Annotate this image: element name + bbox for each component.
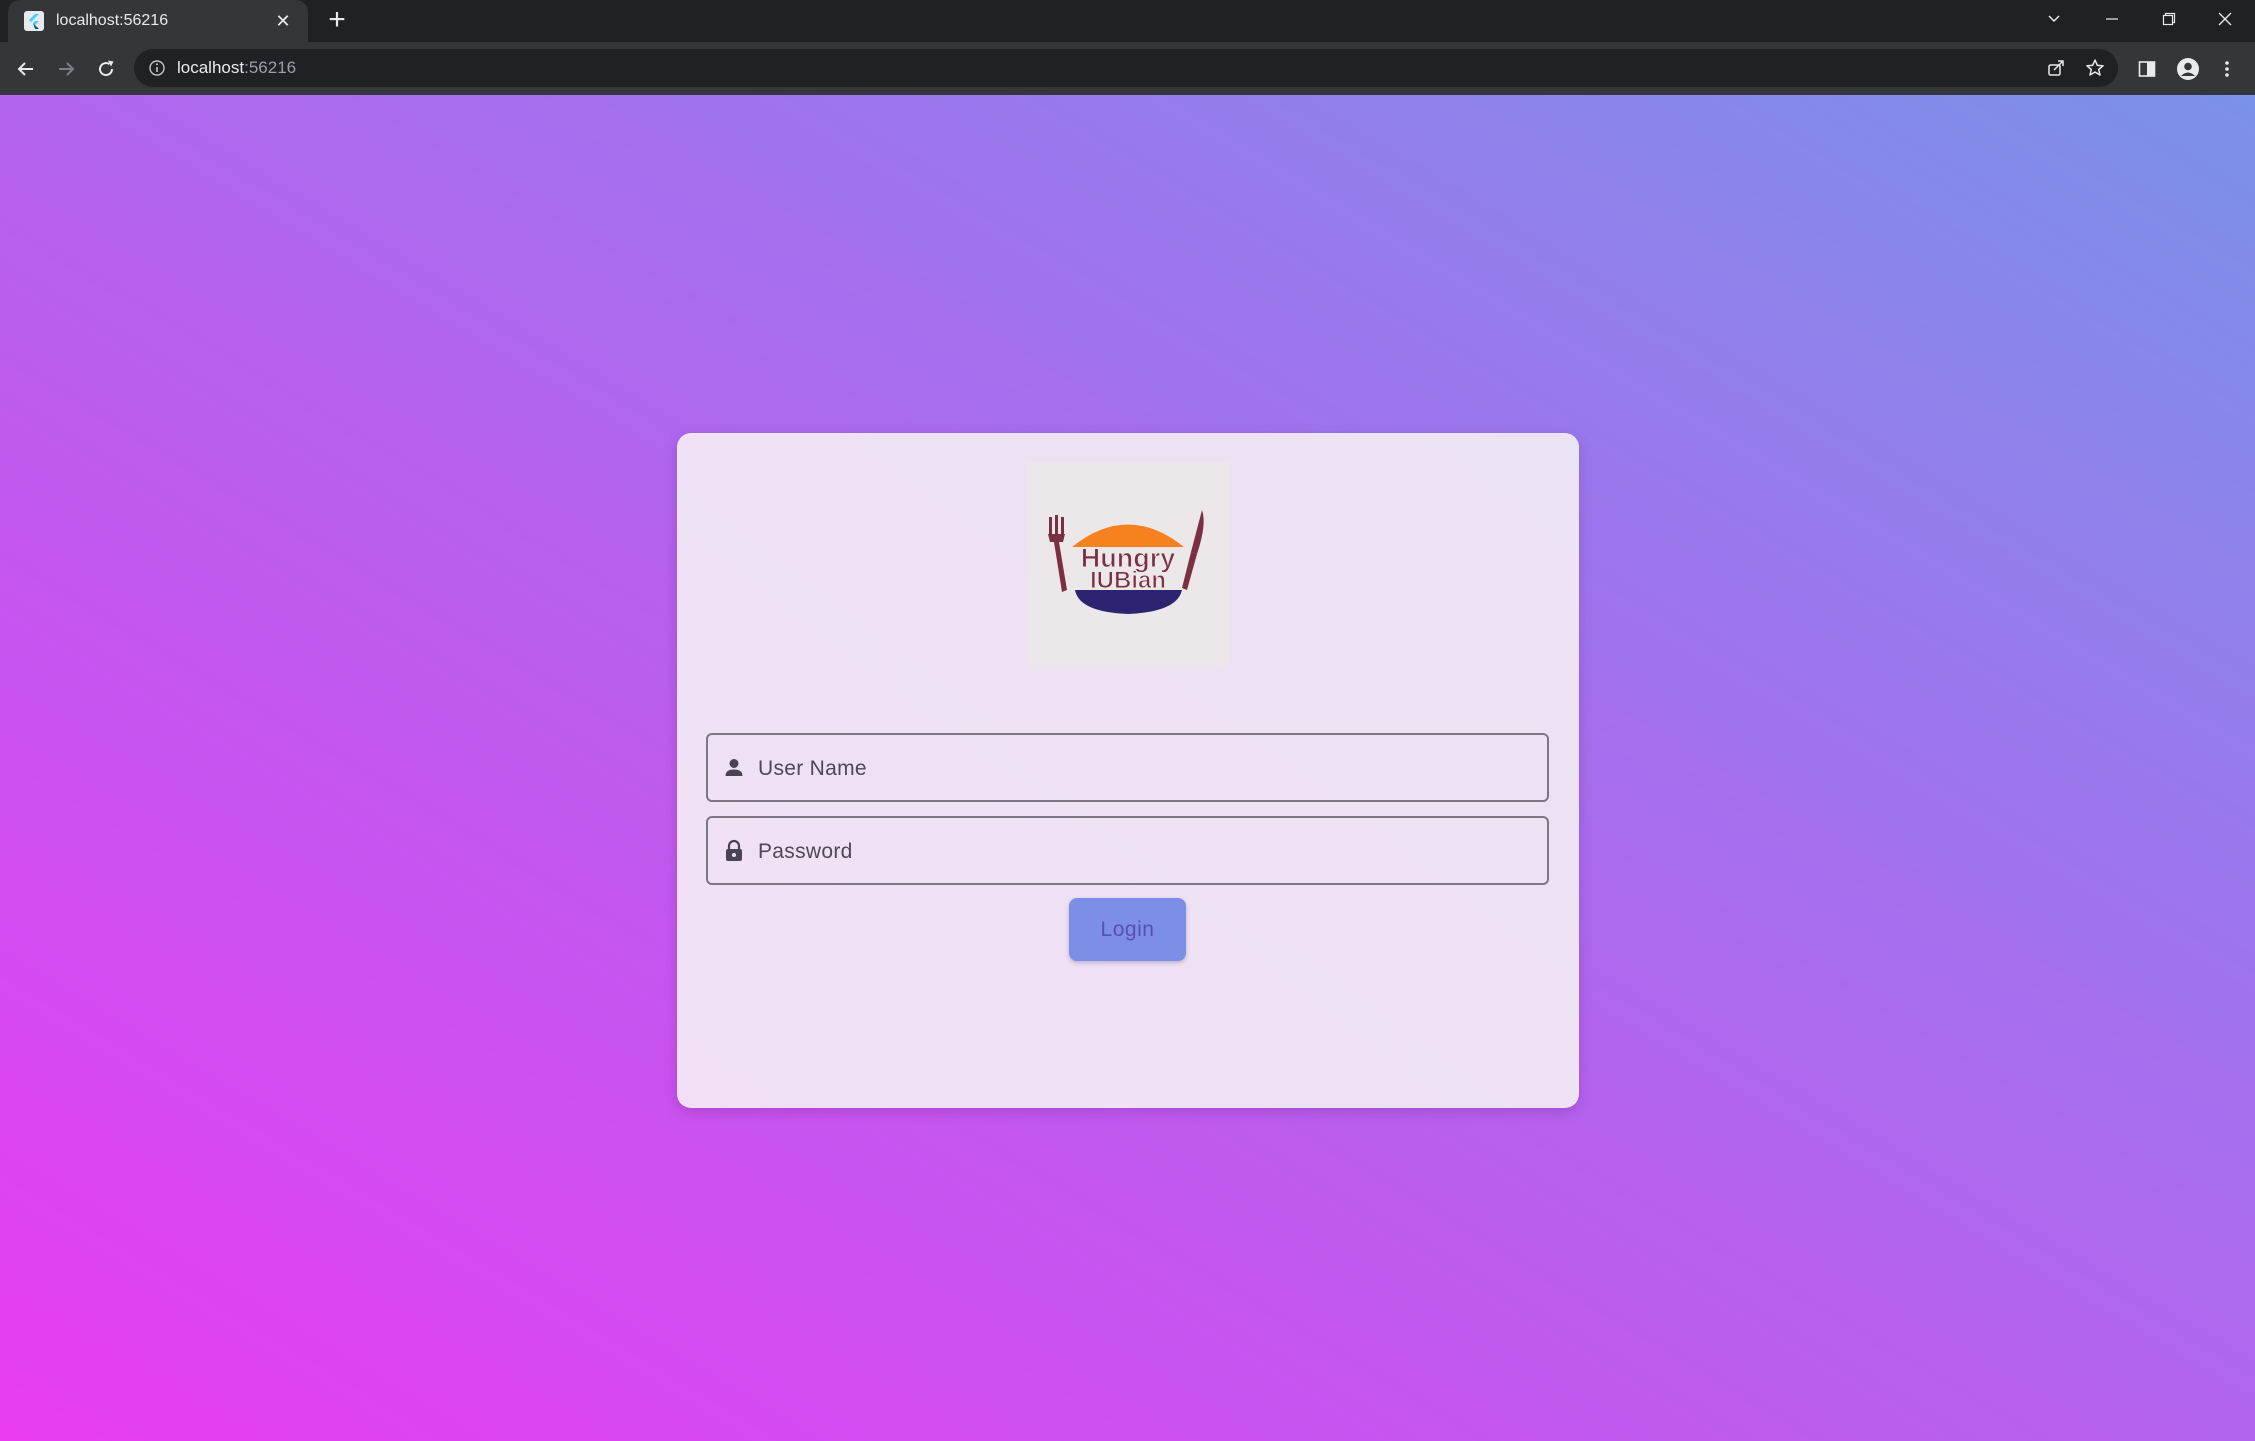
side-panel-icon[interactable] [2135,57,2159,81]
profile-avatar-icon[interactable] [2176,57,2200,81]
login-card: Hungry IUBian Login [677,433,1579,1108]
hungry-iubian-logo: Hungry IUBian [1027,462,1230,665]
reload-icon[interactable] [89,52,123,86]
close-window-icon[interactable] [2196,0,2254,38]
lock-icon [726,839,742,861]
browser-toolbar: localhost:56216 [0,42,2255,95]
restore-icon[interactable] [2140,0,2198,38]
address-bar[interactable]: localhost:56216 [134,49,2118,87]
username-input[interactable] [756,735,1540,802]
flutter-favicon-icon [24,11,44,31]
tab-search-chevron-icon[interactable] [2025,0,2083,38]
browser-tab[interactable]: localhost:56216 ✕ [8,0,308,42]
password-field[interactable] [706,816,1549,885]
logo-line2-text: IUBian [1090,567,1166,594]
new-tab-icon[interactable]: + [322,5,352,36]
site-info-icon[interactable] [148,59,166,77]
minimize-icon[interactable] [2083,0,2141,38]
tab-title: localhost:56216 [56,12,169,29]
page-viewport: Hungry IUBian Login [0,95,2255,1441]
login-button[interactable]: Login [1069,898,1186,961]
back-arrow-icon[interactable] [9,52,43,86]
username-field[interactable] [706,733,1549,802]
browser-tabstrip: localhost:56216 ✕ + [0,0,2255,42]
tab-close-icon[interactable]: ✕ [272,10,294,32]
password-input[interactable] [756,818,1540,885]
forward-arrow-icon[interactable] [49,52,83,86]
person-icon [725,759,743,776]
share-icon[interactable] [2046,58,2066,78]
bookmark-star-icon[interactable] [2085,58,2105,78]
browser-menu-icon[interactable] [2215,57,2239,81]
url-text: localhost:56216 [177,58,297,77]
